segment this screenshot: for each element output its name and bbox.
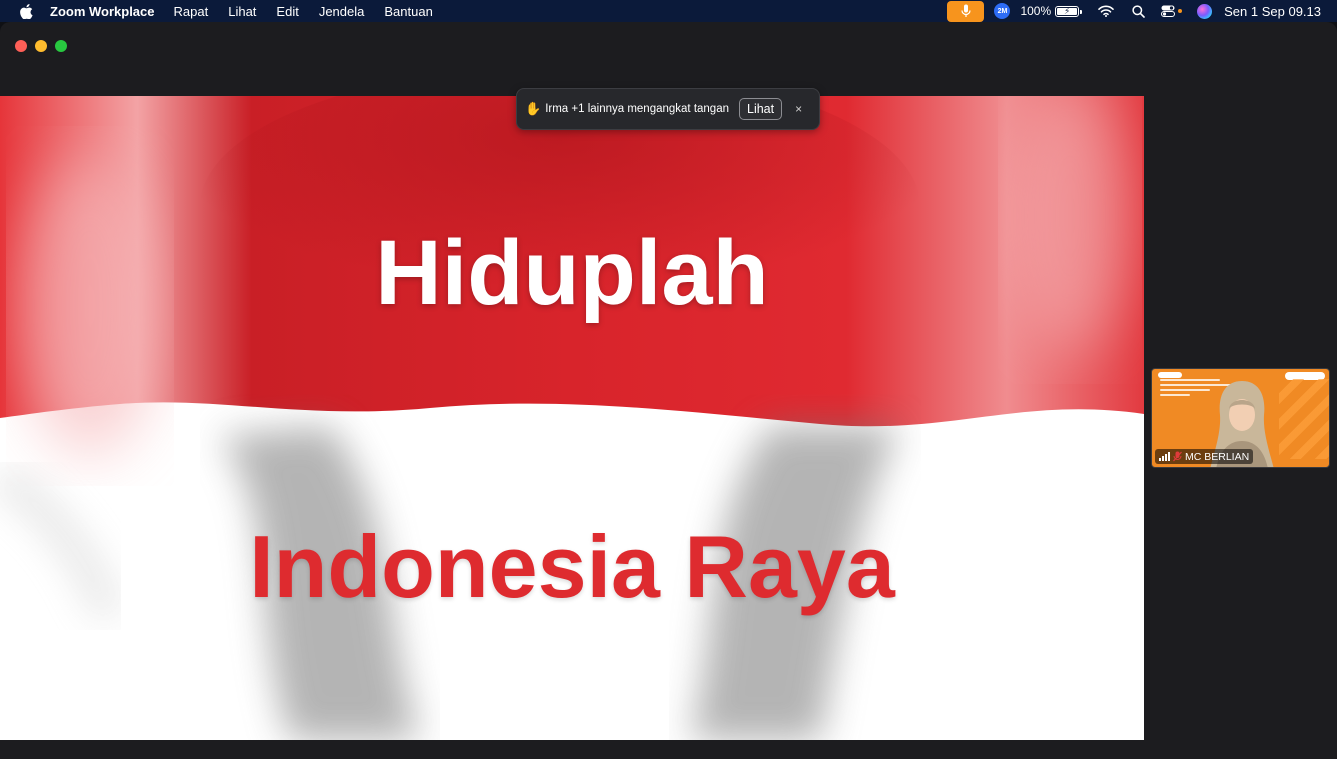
- battery-icon: ⚡: [1055, 5, 1083, 17]
- notification-message: Irma +1 lainnya mengangkat tangan: [545, 103, 729, 115]
- control-center-icon[interactable]: [1161, 3, 1183, 19]
- apple-icon[interactable]: [18, 3, 34, 19]
- menu-bantuan[interactable]: Bantuan: [384, 4, 432, 19]
- menu-bar: Zoom Workplace Rapat Lihat Edit Jendela …: [0, 0, 1337, 22]
- participant-name: MC BERLIAN: [1185, 450, 1250, 463]
- search-icon[interactable]: [1129, 3, 1147, 19]
- raised-hand-notification: ✋ Irma +1 lainnya mengangkat tangan Liha…: [516, 88, 820, 130]
- menu-jendela[interactable]: Jendela: [319, 4, 365, 19]
- menu-app-name[interactable]: Zoom Workplace: [50, 4, 155, 19]
- minimize-window-button[interactable]: [35, 40, 47, 52]
- zoom-icon[interactable]: 2M: [994, 3, 1011, 19]
- close-window-button[interactable]: [15, 40, 27, 52]
- microphone-icon: [961, 4, 971, 17]
- battery-percent: 100%: [1020, 4, 1052, 18]
- window-bottom-edge: [0, 740, 1337, 759]
- participant-video-tile[interactable]: MC BERLIAN: [1151, 368, 1330, 468]
- fullscreen-window-button[interactable]: [55, 40, 67, 52]
- menu-lihat[interactable]: Lihat: [228, 4, 256, 19]
- slide-logo: [1158, 372, 1182, 378]
- participant-name-bar: MC BERLIAN: [1155, 449, 1254, 464]
- wifi-icon[interactable]: [1097, 3, 1115, 19]
- menu-rapat[interactable]: Rapat: [174, 4, 209, 19]
- indonesia-flag-image: [0, 96, 1144, 740]
- raised-hand-icon: ✋: [525, 101, 542, 116]
- slide-title-line1: Hiduplah: [375, 222, 769, 324]
- window-controls: [15, 40, 67, 52]
- siri-icon[interactable]: [1197, 3, 1213, 19]
- view-raised-hands-button[interactable]: Lihat: [739, 98, 783, 120]
- zoom-meeting-window: Hiduplah Indonesia Raya ✋ Irma +1 lainny…: [0, 22, 1337, 759]
- menu-edit[interactable]: Edit: [276, 4, 298, 19]
- microphone-indicator[interactable]: [947, 0, 985, 22]
- slide-title-line2: Indonesia Raya: [249, 517, 895, 616]
- menubar-clock[interactable]: Sen 1 Sep 09.13: [1224, 4, 1321, 19]
- battery-status[interactable]: 100% ⚡: [1020, 4, 1083, 18]
- muted-microphone-icon: [1173, 451, 1182, 462]
- shared-screen[interactable]: Hiduplah Indonesia Raya: [0, 96, 1144, 740]
- signal-icon: [1159, 452, 1170, 461]
- close-notification-icon[interactable]: ×: [795, 102, 802, 116]
